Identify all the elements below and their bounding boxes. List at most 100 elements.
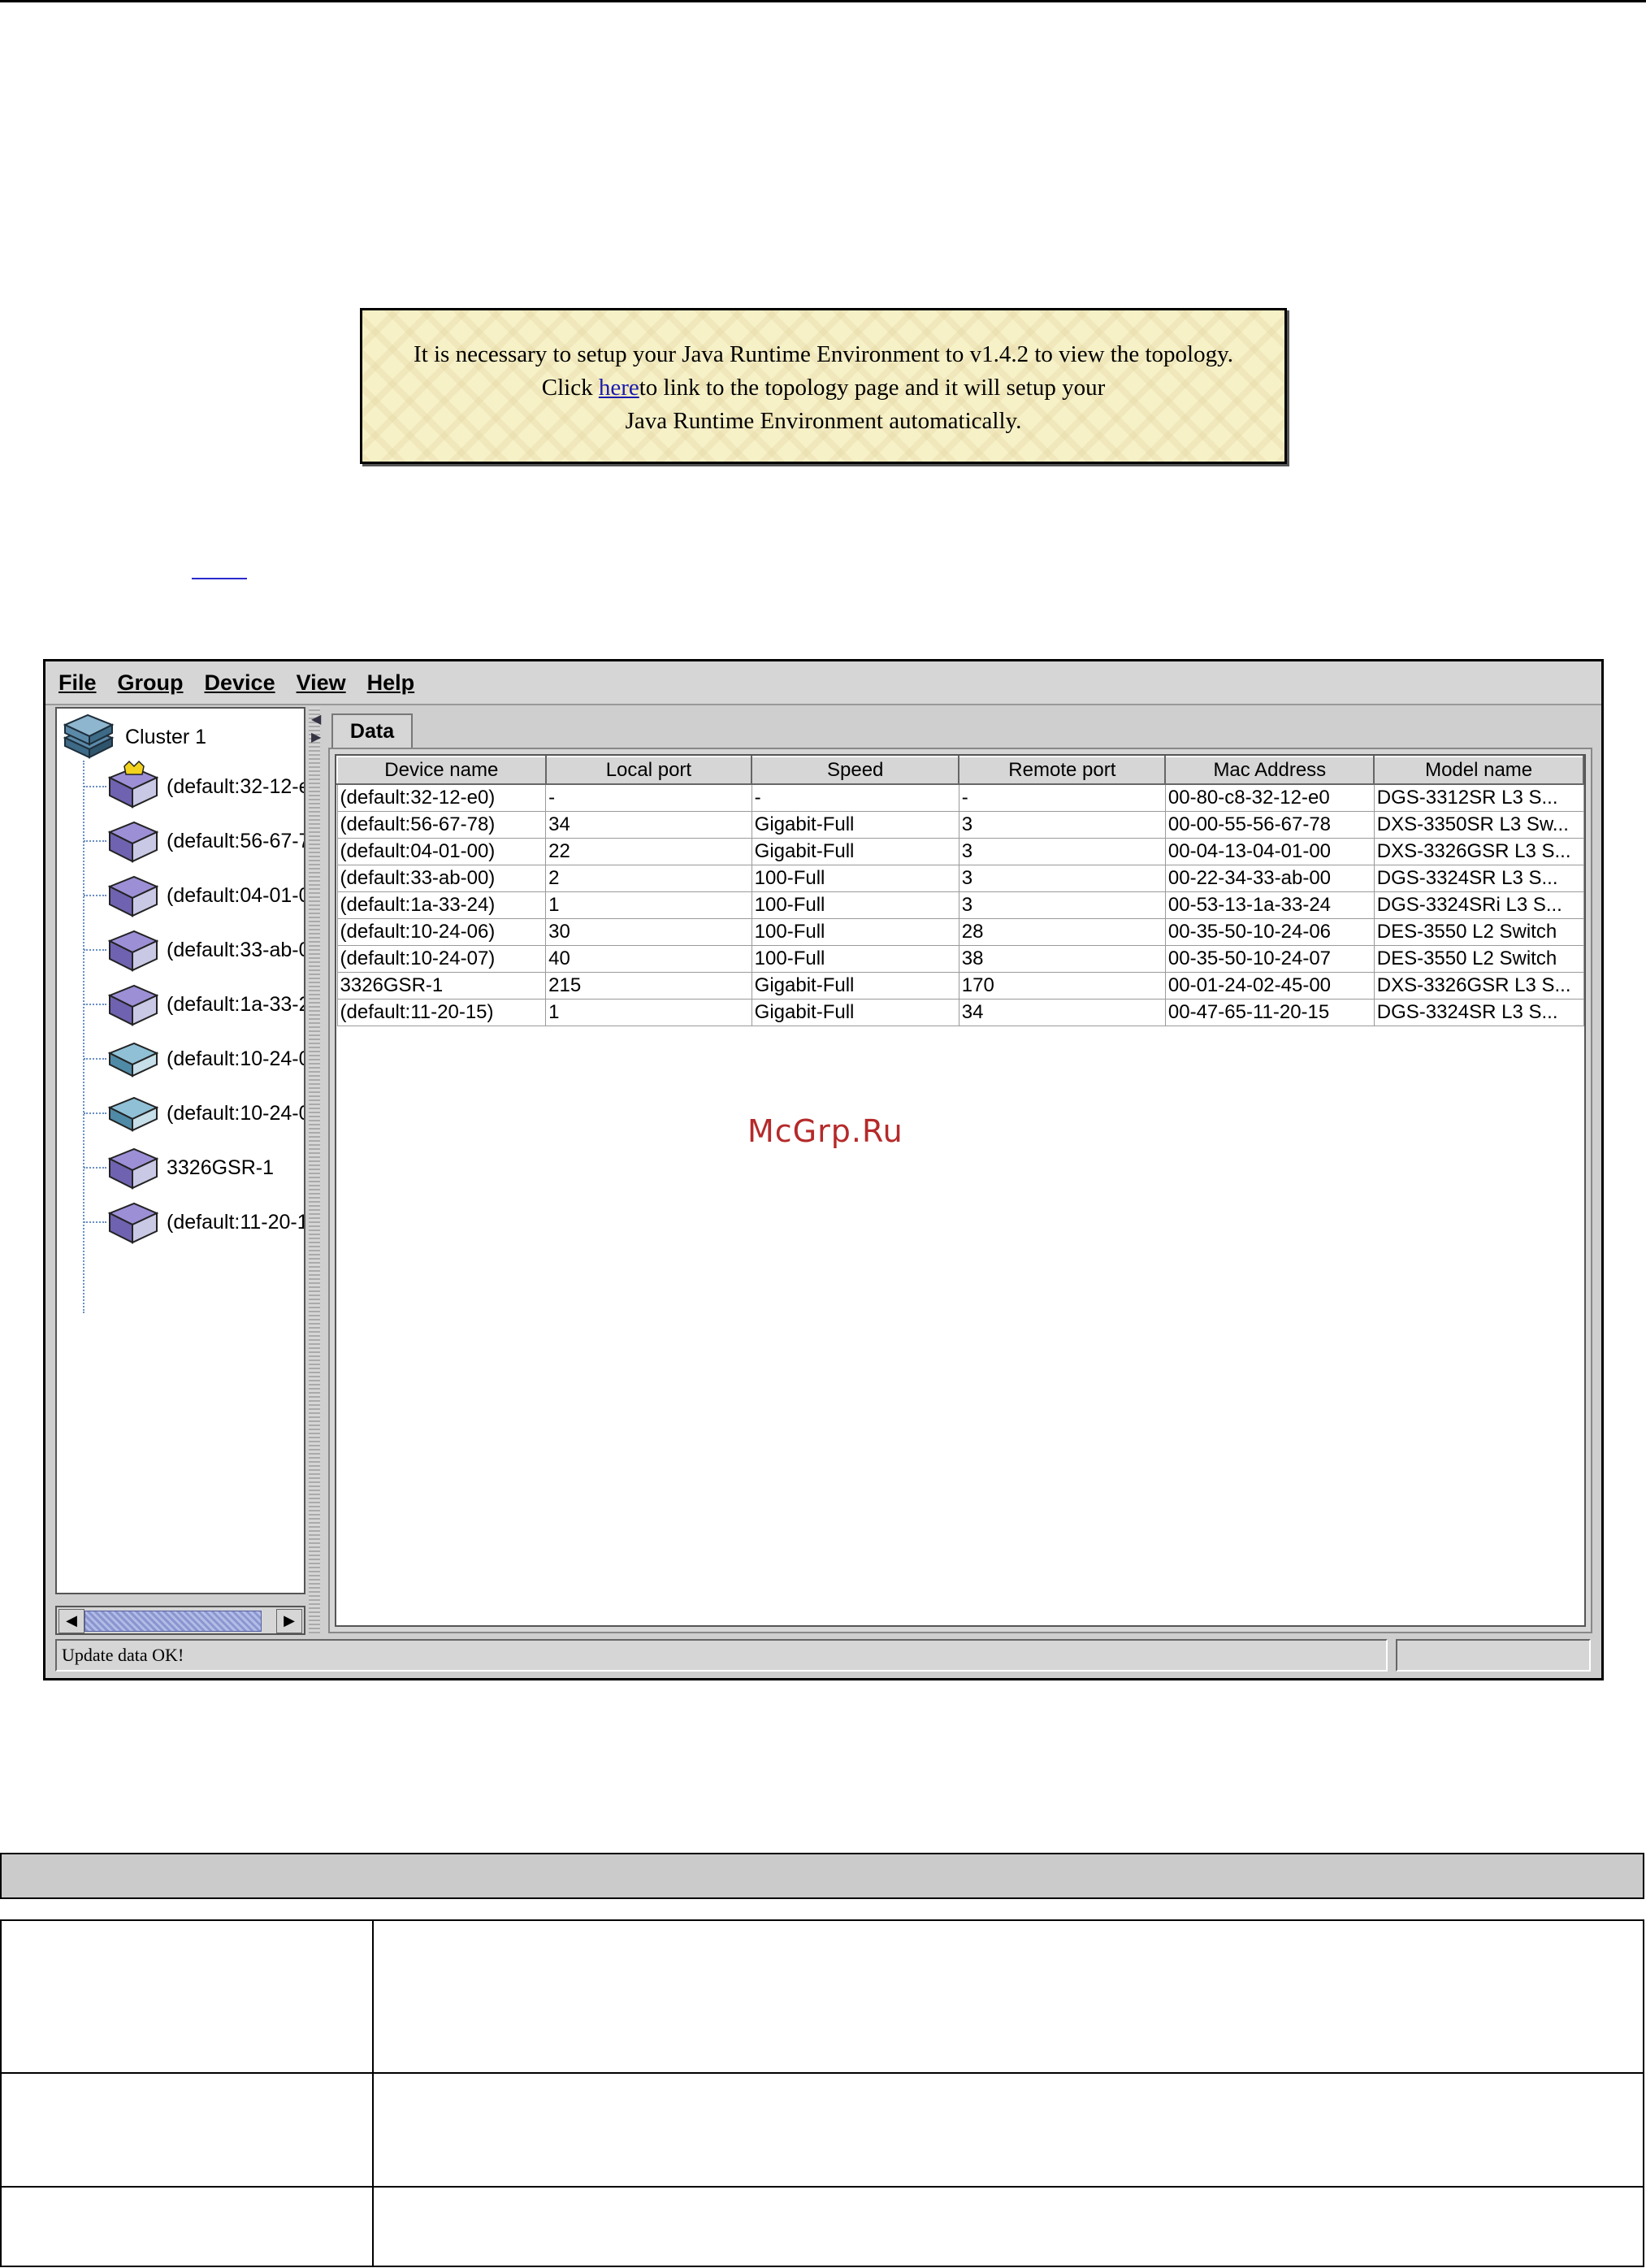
tree-node[interactable]: 3326GSR-1 [57,1143,274,1192]
l2-switch-icon [106,1086,160,1140]
tree-node[interactable]: (default:11-20-15 [57,1195,304,1249]
table-cell: 100-Full [751,891,959,919]
table-cell: 34 [545,811,752,839]
table-row[interactable]: (default:56-67-78) 34 Gigabit-Full 3 00-00-5… [336,811,1584,839]
tree-node[interactable]: (default:56-67-78 [57,814,304,868]
table-cell: (default:1a-33-24) [336,891,547,919]
split-pane-divider[interactable] [309,707,320,1633]
topology-window: File Group Device View Help Cluster 1 (d… [43,659,1604,1680]
table-cell: 00-35-50-10-24-07 [1164,945,1375,973]
status-message: Update data OK! [55,1639,1388,1672]
tree-node[interactable]: (default:10-24-07 [57,1086,304,1140]
device-tree[interactable]: Cluster 1 (default:32-12-e0 (default:56-… [55,707,305,1594]
table-cell: 1 [545,999,752,1026]
watermark: McGrp.Ru [747,1113,903,1149]
table-row[interactable]: (default:11-20-15) 1 Gigabit-Full 34 00-47-6… [336,999,1584,1026]
table-row[interactable]: (default:10-24-06) 30 100-Full 28 00-35-50-1… [336,918,1584,946]
table-cell: Gigabit-Full [751,972,959,1000]
tab-data[interactable]: Data [331,713,413,748]
table-cell: (default:04-01-00) [336,838,547,865]
table-row [0,1919,1644,2074]
tree-root-cluster[interactable]: Cluster 1 [60,710,206,764]
table-cell: (default:32-12-e0) [336,783,547,812]
device-table: Device name Local port Speed Remote port Mac… [336,756,1584,1026]
tree-node[interactable]: (default:10-24-06 [57,1034,304,1083]
tree-node[interactable]: (default:33-ab-00 [57,926,304,974]
table-row[interactable]: (default:32-12-e0) - - -00-80-c8-32-12-e0 DG… [336,783,1584,812]
notice-line-2-pre: Click [541,375,599,401]
column-header[interactable]: Speed [751,756,960,785]
table-row[interactable]: (default:04-01-00) 22 Gigabit-Full 3 00-04-1… [336,838,1584,865]
notice-line-2-post: to link to the topology page and it will… [639,375,1106,401]
cluster-icon [60,710,117,764]
top-rule [0,0,1646,2]
table-cell: 2 [545,865,752,892]
table-cell: 00-47-65-11-20-15 [1164,999,1375,1026]
table-cell: 00-04-13-04-01-00 [1164,838,1375,865]
tree-node[interactable]: (default:1a-33-24 [57,980,304,1029]
table-cell: 38 [958,945,1166,973]
table-cell: DGS-3312SR L3 S... [1373,783,1584,812]
tree-root-label: Cluster 1 [125,725,207,748]
table-cell: 100-Full [751,865,959,892]
l3-switch-icon [106,814,160,868]
tree-node[interactable]: (default:04-01-00 [57,869,304,922]
table-cell [372,1919,1644,2074]
menu-device[interactable]: Device [205,670,275,696]
tree-node-label: 3326GSR-1 [167,1156,275,1179]
table-row[interactable]: (default:1a-33-24) 1 100-Full 3 00-53-13-1a-… [336,891,1584,919]
tree-node[interactable]: (default:32-12-e0 [57,760,304,813]
scroll-left-arrow-icon[interactable]: ◀ [58,1609,84,1633]
table-cell: 1 [545,891,752,919]
tree-node-label: (default:04-01-00 [167,883,304,907]
table-cell: 3 [958,811,1166,839]
table-row [0,2186,1644,2267]
table-cell: 100-Full [751,945,959,973]
tree-node-label: (default:1a-33-24 [167,992,304,1016]
parameter-table-header [0,1853,1644,1899]
column-header[interactable]: Local port [544,756,753,785]
tree-node-label: (default:56-67-78 [167,829,304,852]
table-row[interactable]: 3326GSR-1 215 Gigabit-Full 170 00-01-24-02-4… [336,972,1584,1000]
table-cell: 3 [958,891,1166,919]
table-cell: DXS-3326GSR L3 S... [1373,972,1584,1000]
parameter-table [0,1919,1644,2267]
table-cell: Gigabit-Full [751,811,959,839]
l3-switch-icon [106,1141,160,1195]
scroll-thumb[interactable] [84,1611,262,1632]
table-row[interactable]: (default:10-24-07) 40 100-Full 38 00-35-50-1… [336,945,1584,973]
column-header[interactable]: Remote port [958,756,1167,785]
scroll-right-arrow-icon[interactable]: ▶ [276,1609,302,1633]
table-cell: DXS-3326GSR L3 S... [1373,838,1584,865]
link-underline[interactable] [192,578,247,579]
table-cell: 34 [958,999,1166,1026]
table-cell: (default:10-24-07) [336,945,547,973]
tree-horizontal-scrollbar[interactable]: ◀ ▶ [55,1606,305,1635]
status-bar: Update data OK! [55,1639,1591,1672]
tree-node-label: (default:10-24-06 [167,1047,304,1070]
table-cell: 100-Full [751,918,959,946]
l3-switch-icon [106,869,160,922]
l3-switch-icon [106,1195,160,1249]
column-header[interactable]: Device name [336,756,547,785]
tree-node-label: (default:10-24-07 [167,1101,304,1125]
table-row[interactable]: (default:33-ab-00) 2 100-Full 3 00-22-34-33-… [336,865,1584,892]
table-cell: DGS-3324SR L3 S... [1373,865,1584,892]
commander-switch-icon [106,760,160,813]
menu-file[interactable]: File [58,670,97,696]
column-header[interactable]: Mac Address [1164,756,1375,785]
tree-node-label: (default:32-12-e0 [167,774,304,798]
table-cell: DES-3550 L2 Switch [1373,945,1584,973]
menu-group[interactable]: Group [118,670,184,696]
menu-view[interactable]: View [297,670,346,696]
table-cell: 00-80-c8-32-12-e0 [1164,783,1375,812]
menu-help[interactable]: Help [367,670,415,696]
table-cell: 3 [958,838,1166,865]
here-link[interactable]: here [599,375,639,401]
column-header[interactable]: Model name [1373,756,1584,785]
table-cell: 00-53-13-1a-33-24 [1164,891,1375,919]
notice-line-1: It is necessary to setup your Java Runti… [414,341,1233,367]
split-collapse-arrows-icon[interactable]: ◀ ▶ [311,710,321,746]
tree-node-label: (default:33-ab-00 [167,938,304,961]
data-tab-panel: Device name Local port Speed Remote port Mac… [328,748,1592,1633]
